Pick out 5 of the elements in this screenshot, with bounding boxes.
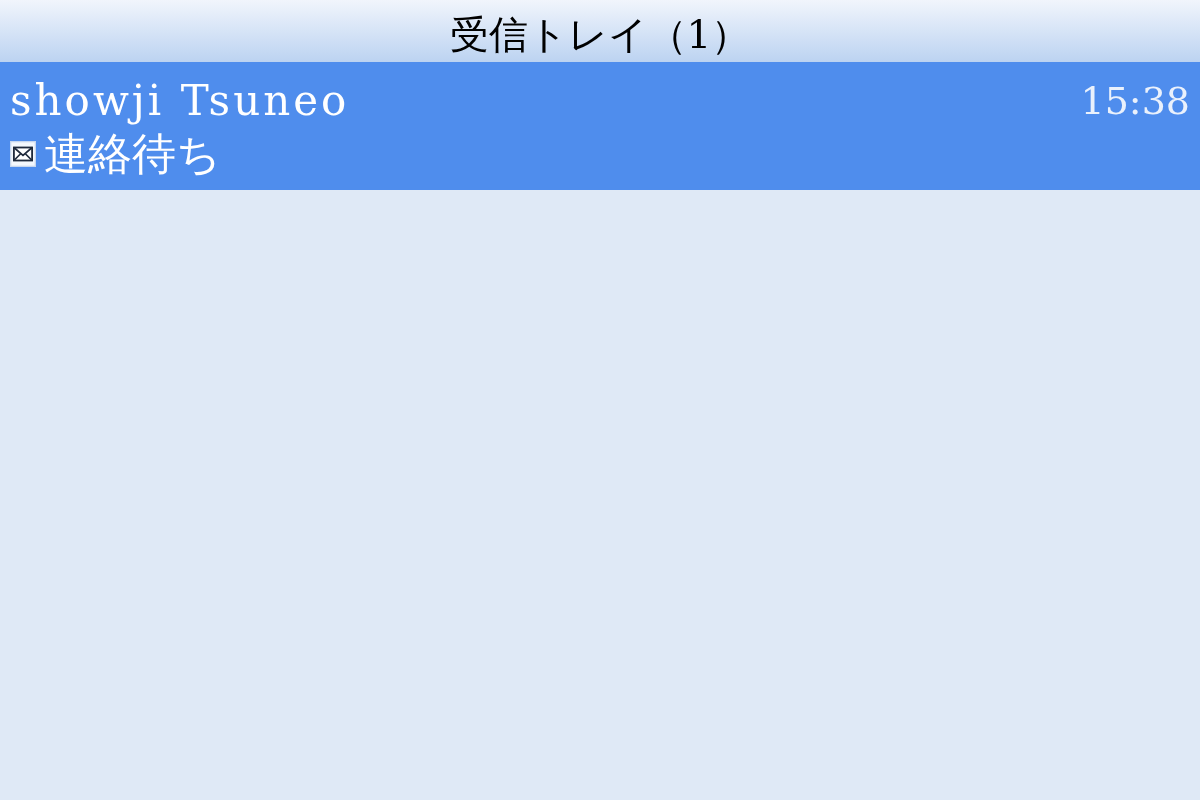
inbox-title: 受信トレイ（1） xyxy=(449,10,751,54)
message-row[interactable]: showji Tsuneo 15:38 連絡待ち xyxy=(0,62,1200,190)
message-time: 15:38 xyxy=(1080,78,1190,124)
sender-name: showji Tsuneo xyxy=(10,78,350,124)
message-subject: 連絡待ち xyxy=(44,130,221,178)
